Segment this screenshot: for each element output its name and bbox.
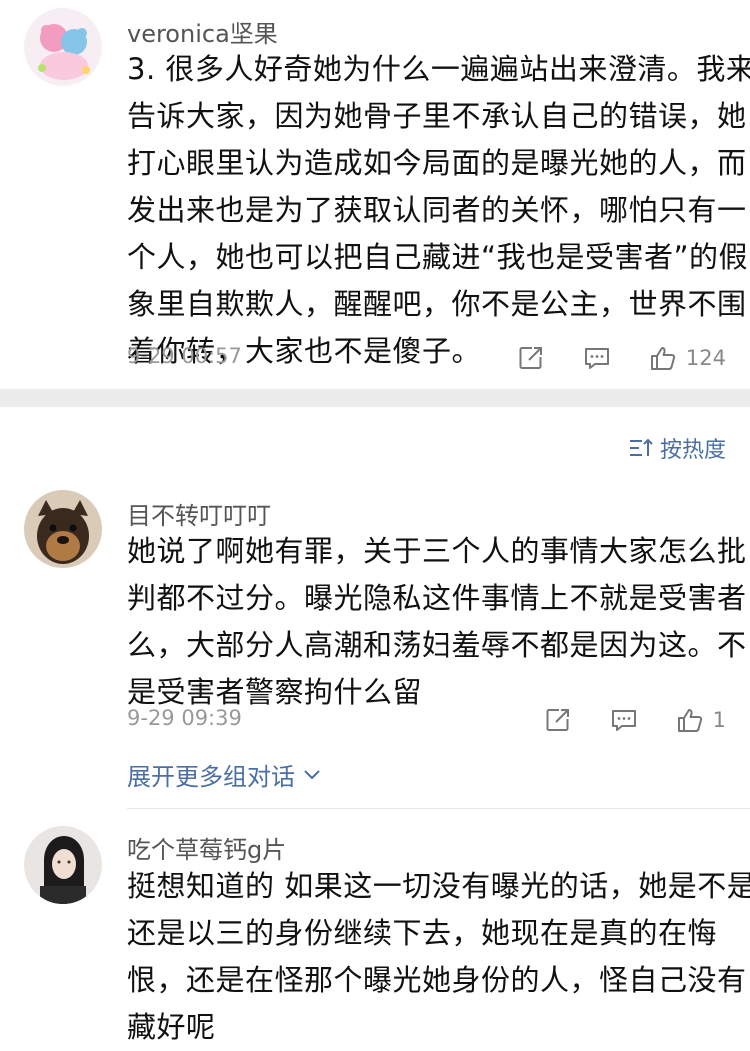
comment-line: 象里自欺欺人，醒醒吧，你不是公主，世界不围: [127, 287, 747, 321]
divider: [127, 808, 750, 809]
comment-line: 个人，她也可以把自己藏进“我也是受害者”的假: [127, 240, 749, 274]
comment-line: 么，大部分人高潮和荡妇羞辱不都是因为这。不: [127, 628, 747, 662]
thumbs-up-icon[interactable]: [675, 705, 705, 735]
comment-line: 判都不过分。曝光隐私这件事情上不就是受害者: [127, 581, 747, 615]
avatar[interactable]: [24, 826, 102, 904]
comment-line: 3. 很多人好奇她为什么一遍遍站出来澄清。我来: [127, 52, 750, 86]
comment-line: 还是以三的身份继续下去，她现在是真的在悔: [127, 916, 718, 950]
comment-text: 她说了啊她有罪，关于三个人的事情大家怎么批 判都不过分。曝光隐私这件事情上不就是…: [127, 528, 747, 716]
comment-line: 恨，还是在怪那个曝光她身份的人，怪自己没有: [127, 963, 747, 997]
comment-meta: 9-29 09:39 1: [127, 700, 726, 740]
comment-line: 告诉大家，因为她骨子里不承认自己的错误，她: [127, 99, 747, 133]
avatar[interactable]: [24, 8, 102, 86]
comment-icon[interactable]: [609, 705, 639, 735]
sort-label: 按热度: [659, 438, 726, 463]
avatar[interactable]: [24, 490, 102, 568]
timestamp: 9-29 00:57: [127, 344, 242, 368]
comment-line: 藏好呢: [127, 1010, 216, 1044]
comment-line: 挺想知道的 如果这一切没有曝光的话，她是不是: [127, 869, 750, 903]
comment-item: veronica坚果 3. 很多人好奇她为什么一遍遍站出来澄清。我来 告诉大家，…: [0, 0, 750, 389]
timestamp: 9-29 09:39: [127, 706, 242, 730]
comment-line: 她说了啊她有罪，关于三个人的事情大家怎么批: [127, 534, 747, 568]
thumbs-up-icon[interactable]: [648, 343, 678, 373]
like-count: 124: [685, 346, 726, 370]
sort-button[interactable]: 按热度: [628, 432, 726, 464]
username[interactable]: 目不转叮叮叮: [127, 496, 271, 531]
section-divider: [0, 389, 750, 407]
comment-icon[interactable]: [582, 343, 612, 373]
sort-icon: [629, 438, 653, 456]
like-count: 1: [712, 708, 726, 732]
username[interactable]: veronica坚果: [127, 14, 278, 49]
comment-line: 发出来也是为了获取认同者的关怀，哪怕只有一: [127, 193, 747, 227]
expand-label: 展开更多组对话: [127, 763, 295, 791]
comment-meta: 9-29 00:57 124: [127, 338, 726, 378]
action-bar: 124: [480, 338, 726, 378]
action-bar: 1: [507, 700, 726, 740]
share-icon[interactable]: [543, 705, 573, 735]
chevron-down-icon: [304, 769, 320, 779]
comment-text: 3. 很多人好奇她为什么一遍遍站出来澄清。我来 告诉大家，因为她骨子里不承认自己…: [127, 46, 750, 375]
comment-item: 目不转叮叮叮 她说了啊她有罪，关于三个人的事情大家怎么批 判都不过分。曝光隐私这…: [0, 480, 750, 810]
comment-text: 挺想知道的 如果这一切没有曝光的话，她是不是 还是以三的身份继续下去，她现在是真…: [127, 863, 750, 1051]
expand-conversations-link[interactable]: 展开更多组对话: [127, 757, 321, 792]
comment-line: 打心眼里认为造成如今局面的是曝光她的人，而: [127, 146, 747, 180]
comment-item: 吃个草莓钙g片 挺想知道的 如果这一切没有曝光的话，她是不是 还是以三的身份继续…: [0, 812, 750, 1044]
username[interactable]: 吃个草莓钙g片: [127, 830, 286, 865]
share-icon[interactable]: [516, 343, 546, 373]
